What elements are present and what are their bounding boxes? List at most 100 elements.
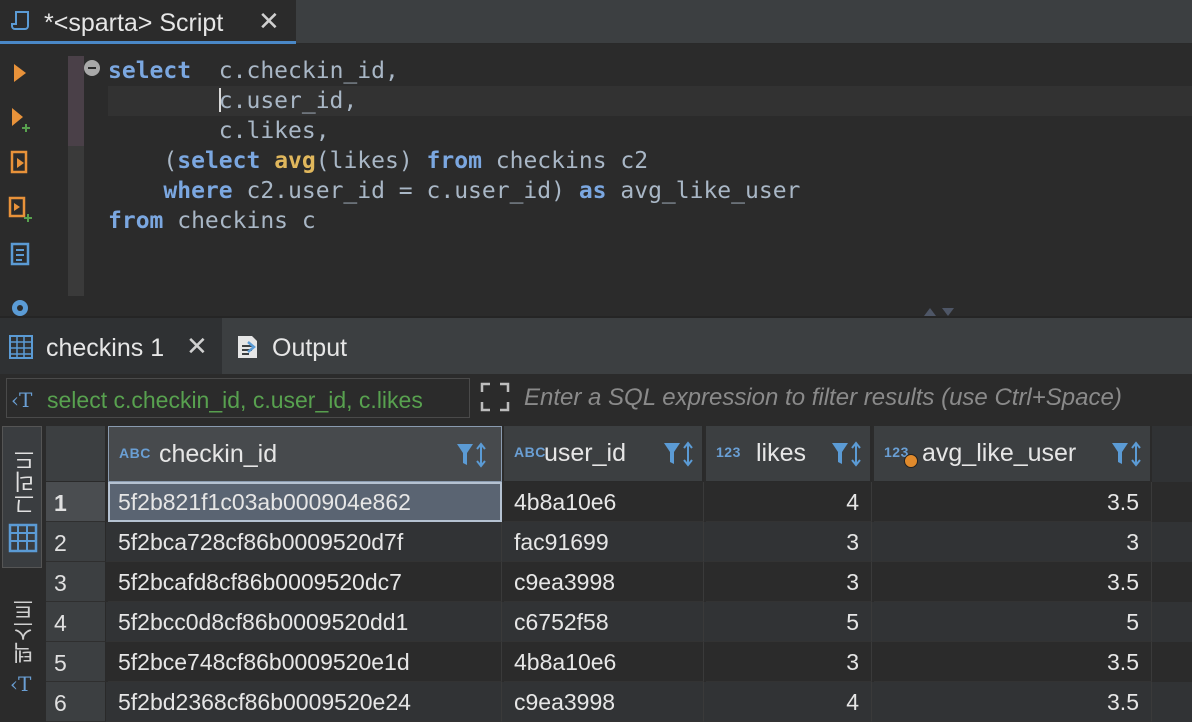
filter-sort-icon[interactable] [830, 440, 864, 468]
computed-column-icon [904, 454, 918, 468]
cell-avg-like-user[interactable]: 3.5 [874, 682, 1152, 722]
sql-identifier: ( [163, 148, 178, 174]
cell-likes[interactable]: 3 [706, 642, 872, 682]
table-row[interactable]: 1 5f2b821f1c03ab000904e862 4b8a10e6 4 3.5 [46, 482, 1192, 522]
cell-likes[interactable]: 5 [706, 602, 872, 642]
execute-script-new-tab-icon[interactable] [6, 194, 34, 224]
active-statement-marker [68, 56, 84, 146]
sql-editor[interactable]: select c.checkin_id, c.user_id, c.likes,… [40, 44, 1192, 316]
column-header-user-id[interactable]: ABC user_id [504, 426, 704, 482]
cell-user-id[interactable]: 4b8a10e6 [504, 642, 704, 682]
cell-avg-like-user[interactable]: 3 [874, 522, 1152, 562]
row-number[interactable]: 5 [46, 642, 106, 682]
tab-grid-view[interactable]: 그리드 [2, 426, 42, 568]
code-line: from checkins c [108, 206, 800, 236]
table-row[interactable]: 2 5f2bca728cf86b0009520d7f fac91699 3 3 [46, 522, 1192, 562]
sql-code[interactable]: select c.checkin_id, c.user_id, c.likes,… [108, 56, 800, 236]
close-icon[interactable]: ✕ [186, 333, 208, 359]
cell-checkin-id[interactable]: 5f2bd2368cf86b0009520e24 [108, 682, 502, 722]
grid-corner[interactable] [46, 426, 106, 482]
column-header-label: user_id [544, 439, 626, 467]
cell-user-id[interactable]: c6752f58 [504, 602, 704, 642]
output-log-icon [238, 336, 257, 358]
script-tab[interactable]: *<sparta> Script ✕ [0, 0, 296, 44]
cell-avg-like-user[interactable]: 5 [874, 602, 1152, 642]
row-number[interactable]: 4 [46, 602, 106, 642]
cell-checkin-id[interactable]: 5f2bce748cf86b0009520e1d [108, 642, 502, 682]
filter-history-box[interactable]: ‹T select c.checkin_id, c.user_id, c.lik… [6, 378, 470, 418]
execute-in-new-tab-icon[interactable] [6, 104, 34, 134]
sql-identifier: checkins c [163, 208, 316, 234]
sql-keyword: as [578, 178, 607, 204]
sql-text-icon: ‹T [11, 388, 33, 412]
sql-keyword: from [108, 208, 164, 234]
sql-keyword: select [108, 58, 192, 84]
filter-query-text: select c.checkin_id, c.user_id, c.likes [47, 387, 423, 413]
column-type-badge: ABC [119, 445, 151, 461]
text-view-icon: ‹T [10, 672, 32, 696]
sql-identifier [260, 148, 274, 174]
code-line: where c2.user_id = c.user_id) as avg_lik… [108, 176, 800, 206]
cell-user-id[interactable]: 4b8a10e6 [504, 482, 704, 522]
view-mode-panel: 그리드 텍스트 ‹T [0, 426, 44, 722]
code-line: c.likes, [108, 116, 800, 146]
splitter-grip-icon[interactable] [920, 306, 960, 316]
cell-likes[interactable]: 4 [706, 482, 872, 522]
sql-identifier: (likes) [315, 148, 427, 174]
filter-sort-icon[interactable] [1110, 440, 1144, 468]
cell-likes[interactable]: 4 [706, 682, 872, 722]
column-type-badge: ABC [514, 444, 546, 460]
text-view-label: 텍스트 [12, 598, 37, 664]
cell-user-id[interactable]: fac91699 [504, 522, 704, 562]
sql-identifier: c.likes, [218, 118, 330, 144]
grid-view-icon [8, 523, 38, 553]
table-row[interactable]: 6 5f2bd2368cf86b0009520e24 c9ea3998 4 3.5 [46, 682, 1192, 722]
execute-script-icon[interactable] [6, 148, 34, 178]
column-header-likes[interactable]: 123 likes [706, 426, 872, 482]
row-number[interactable]: 3 [46, 562, 106, 602]
tab-checkins-1-label: checkins 1 [46, 334, 165, 362]
tab-output[interactable]: Output [226, 318, 386, 374]
filter-sort-icon[interactable] [455, 441, 489, 469]
filter-expression-input[interactable]: Enter a SQL expression to filter results… [524, 384, 1122, 412]
execute-statement-icon[interactable] [6, 58, 34, 88]
sql-keyword: select [177, 148, 261, 174]
column-header-label: checkin_id [159, 440, 278, 468]
expand-icon[interactable] [478, 380, 512, 414]
cell-checkin-id[interactable]: 5f2bcc0d8cf86b0009520dd1 [108, 602, 502, 642]
explain-plan-icon[interactable] [6, 240, 34, 270]
row-number[interactable]: 6 [46, 682, 106, 722]
cell-user-id[interactable]: c9ea3998 [504, 682, 704, 722]
table-grid-icon [9, 335, 33, 359]
fold-collapse-icon[interactable] [84, 60, 100, 76]
close-icon[interactable]: ✕ [258, 8, 280, 34]
sql-identifier: c.checkin_id, [191, 58, 399, 84]
cell-avg-like-user[interactable]: 3.5 [874, 642, 1152, 682]
cell-checkin-id[interactable]: 5f2bca728cf86b0009520d7f [108, 522, 502, 562]
column-header-avg-like-user[interactable]: 123 avg_like_user [874, 426, 1152, 482]
filter-sort-icon[interactable] [662, 440, 696, 468]
cell-avg-like-user[interactable]: 3.5 [874, 562, 1152, 602]
column-header-checkin-id[interactable]: ABC checkin_id [108, 426, 502, 482]
script-tab-label: *<sparta> Script [44, 9, 224, 37]
cell-avg-like-user[interactable]: 3.5 [874, 482, 1152, 522]
script-file-icon [11, 11, 29, 30]
column-header-label: likes [756, 439, 807, 467]
cell-likes[interactable]: 3 [706, 562, 872, 602]
cell-likes[interactable]: 3 [706, 522, 872, 562]
results-grid: ABC checkin_id ABC user_id 123 likes 123 avg_li… [46, 426, 1192, 722]
grid-view-label: 그리드 [13, 449, 38, 515]
cell-checkin-id[interactable]: 5f2bcafd8cf86b0009520dc7 [108, 562, 502, 602]
cell-user-id[interactable]: c9ea3998 [504, 562, 704, 602]
cell-checkin-id[interactable]: 5f2b821f1c03ab000904e862 [108, 482, 502, 522]
sql-keyword: where [163, 178, 233, 204]
row-number[interactable]: 2 [46, 522, 106, 562]
row-number[interactable]: 1 [46, 482, 106, 522]
table-row[interactable]: 3 5f2bcafd8cf86b0009520dc7 c9ea3998 3 3.5 [46, 562, 1192, 602]
sql-identifier: avg_like_user [606, 178, 801, 204]
table-row[interactable]: 5 5f2bce748cf86b0009520e1d 4b8a10e6 3 3.5 [46, 642, 1192, 682]
tab-checkins-1[interactable]: checkins 1 ✕ [0, 318, 222, 374]
table-row[interactable]: 4 5f2bcc0d8cf86b0009520dd1 c6752f58 5 5 [46, 602, 1192, 642]
filter-bar: ‹T select c.checkin_id, c.user_id, c.lik… [0, 374, 1192, 422]
sql-identifier: c2.user_id = c.user_id) [232, 178, 579, 204]
